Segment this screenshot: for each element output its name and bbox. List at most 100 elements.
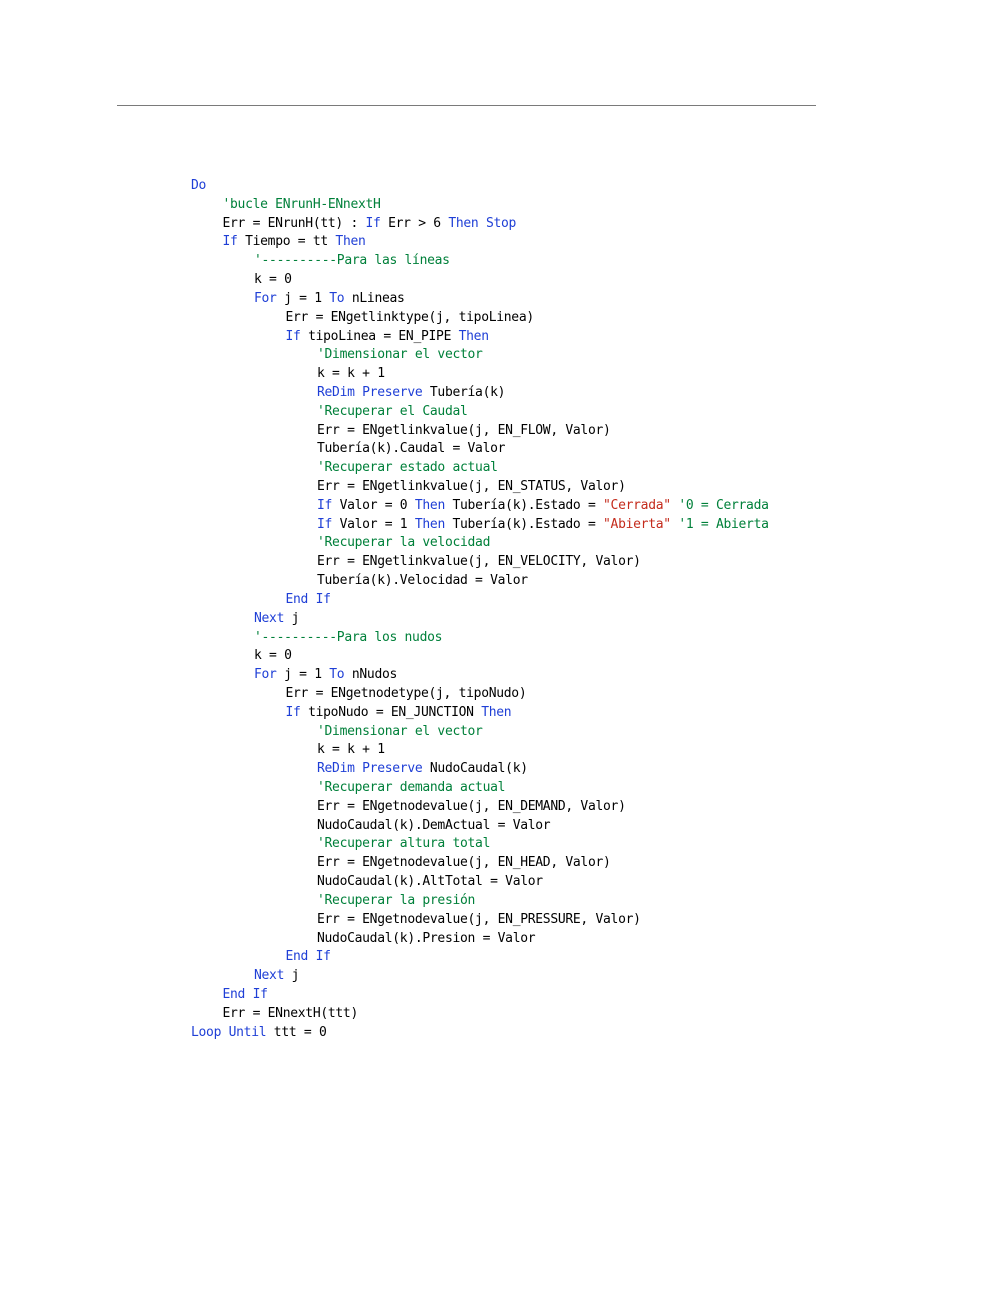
code-text: Err = ENgetnodetype(j, tipoNudo)	[285, 685, 527, 701]
code-keyword: If	[317, 516, 333, 532]
code-keyword: Stop	[485, 215, 517, 231]
code-text: k = 0	[254, 648, 292, 664]
code-keyword: Then	[414, 497, 445, 513]
code-text: Err = ENgetnodevalue(j, EN_PRESSURE, Val…	[317, 911, 641, 927]
code-keyword: For	[254, 667, 277, 683]
code-line: 'bucle ENrunH-ENnextH	[191, 196, 769, 215]
code-line: Err = ENgetnodevalue(j, EN_DEMAND, Valor…	[191, 798, 769, 817]
code-line: Err = ENgetlinkvalue(j, EN_VELOCITY, Val…	[191, 553, 769, 572]
code-text: Err = ENgetnodevalue(j, EN_HEAD, Valor)	[317, 855, 611, 871]
code-text: Tubería(k).Velocidad = Valor	[317, 573, 528, 589]
code-line: 'Recuperar la presión	[191, 892, 769, 911]
code-text: k = 0	[254, 272, 292, 288]
code-comment: 'Dimensionar el vector	[317, 723, 483, 739]
code-text: Err = ENgetlinkvalue(j, EN_VELOCITY, Val…	[317, 554, 641, 570]
code-text: j = 1	[276, 290, 330, 306]
code-line: If tipoLinea = EN_PIPE Then	[191, 328, 769, 347]
code-text: ttt = 0	[266, 1024, 327, 1040]
code-line: ReDim Preserve NudoCaudal(k)	[191, 760, 769, 779]
code-line: 'Dimensionar el vector	[191, 346, 769, 365]
code-text: Valor = 1	[332, 516, 415, 532]
code-line: For j = 1 To nNudos	[191, 666, 769, 685]
code-text: nLineas	[344, 290, 405, 306]
code-line: Err = ENnextH(ttt)	[191, 1005, 769, 1024]
code-text: k = k + 1	[317, 366, 385, 382]
code-comment: '----------Para los nudos	[254, 629, 443, 645]
code-line: 'Recuperar demanda actual	[191, 779, 769, 798]
code-line: If Valor = 1 Then Tubería(k).Estado = "A…	[191, 516, 769, 535]
code-line: 'Recuperar el Caudal	[191, 403, 769, 422]
code-text: NudoCaudal(k)	[422, 761, 528, 777]
code-keyword: Next	[254, 610, 285, 626]
code-line: Err = ENgetlinktype(j, tipoLinea)	[191, 309, 769, 328]
code-line: Err = ENgetlinkvalue(j, EN_STATUS, Valor…	[191, 478, 769, 497]
code-line: If Tiempo = tt Then	[191, 233, 769, 252]
code-keyword: Next	[254, 968, 285, 984]
code-line: NudoCaudal(k).Presion = Valor	[191, 930, 769, 949]
code-text: Tubería(k).Caudal = Valor	[317, 441, 506, 457]
code-line: '----------Para los nudos	[191, 629, 769, 648]
code-comment: 'Recuperar demanda actual	[317, 780, 506, 795]
code-keyword: ReDim Preserve	[317, 761, 423, 777]
code-line: '----------Para las líneas	[191, 252, 769, 271]
code-text: NudoCaudal(k).Presion = Valor	[317, 930, 536, 946]
code-text: nNudos	[344, 667, 398, 683]
code-line: NudoCaudal(k).DemActual = Valor	[191, 817, 769, 836]
code-text: Err = ENrunH(tt) :	[222, 215, 366, 231]
code-line: Tubería(k).Velocidad = Valor	[191, 572, 769, 591]
code-keyword: Then	[335, 234, 366, 250]
code-keyword: Then	[481, 704, 512, 720]
code-line: k = 0	[191, 271, 769, 290]
code-keyword: If	[222, 234, 238, 250]
code-text: tipoNudo = EN_JUNCTION	[300, 704, 482, 720]
code-keyword: To	[329, 290, 345, 306]
code-text: Err > 6	[380, 215, 449, 231]
code-line: 'Recuperar la velocidad	[191, 534, 769, 553]
code-line: ReDim Preserve Tubería(k)	[191, 384, 769, 403]
code-line: NudoCaudal(k).AltTotal = Valor	[191, 873, 769, 892]
code-line: Err = ENgetnodetype(j, tipoNudo)	[191, 685, 769, 704]
code-line: k = k + 1	[191, 741, 769, 760]
code-keyword: Loop Until	[191, 1024, 267, 1040]
code-text: tipoLinea = EN_PIPE	[300, 328, 459, 344]
horizontal-rule	[117, 105, 816, 106]
code-comment: 'bucle ENrunH-ENnextH	[222, 196, 381, 212]
code-text: NudoCaudal(k).AltTotal = Valor	[317, 874, 543, 890]
code-text: j	[284, 610, 300, 626]
code-line: Next j	[191, 967, 769, 986]
code-keyword: End If	[285, 949, 331, 965]
code-keyword: End If	[285, 591, 331, 607]
code-text: Err = ENgetlinkvalue(j, EN_FLOW, Valor)	[317, 422, 611, 438]
code-keyword: Then	[458, 328, 489, 344]
code-line: 'Recuperar altura total	[191, 835, 769, 854]
code-keyword: If	[365, 215, 381, 231]
code-line: End If	[191, 986, 769, 1005]
code-line: Do	[191, 177, 769, 196]
code-text: Valor = 0	[332, 497, 415, 513]
code-line: If Valor = 0 Then Tubería(k).Estado = "C…	[191, 497, 769, 516]
code-keyword: For	[254, 290, 277, 306]
code-comment: 'Recuperar estado actual	[317, 460, 498, 476]
code-keyword: Then	[414, 516, 445, 532]
code-line: 'Dimensionar el vector	[191, 723, 769, 742]
code-keyword: If	[285, 328, 301, 344]
code-text: Err = ENnextH(ttt)	[222, 1005, 359, 1021]
code-text: Tubería(k).Estado =	[444, 516, 604, 532]
code-line: Err = ENgetnodevalue(j, EN_PRESSURE, Val…	[191, 911, 769, 930]
code-line: 'Recuperar estado actual	[191, 459, 769, 478]
code-text: Err = ENgetlinkvalue(j, EN_STATUS, Valor…	[317, 479, 626, 494]
code-string: "Abierta"	[603, 516, 671, 532]
code-line: Tubería(k).Caudal = Valor	[191, 440, 769, 459]
code-line: Err = ENrunH(tt) : If Err > 6 Then Stop	[191, 215, 769, 234]
code-comment: 'Dimensionar el vector	[317, 347, 483, 363]
code-comment: '0 = Cerrada	[678, 497, 769, 513]
code-line: k = k + 1	[191, 365, 769, 384]
code-line: Next j	[191, 610, 769, 629]
code-keyword: End If	[222, 986, 268, 1002]
code-string: "Cerrada"	[603, 497, 671, 513]
code-comment: 'Recuperar el Caudal	[317, 403, 468, 419]
code-block: Do 'bucle ENrunH-ENnextH Err = ENrunH(tt) …	[191, 177, 769, 1042]
code-keyword: If	[285, 704, 301, 720]
code-line: End If	[191, 948, 769, 967]
